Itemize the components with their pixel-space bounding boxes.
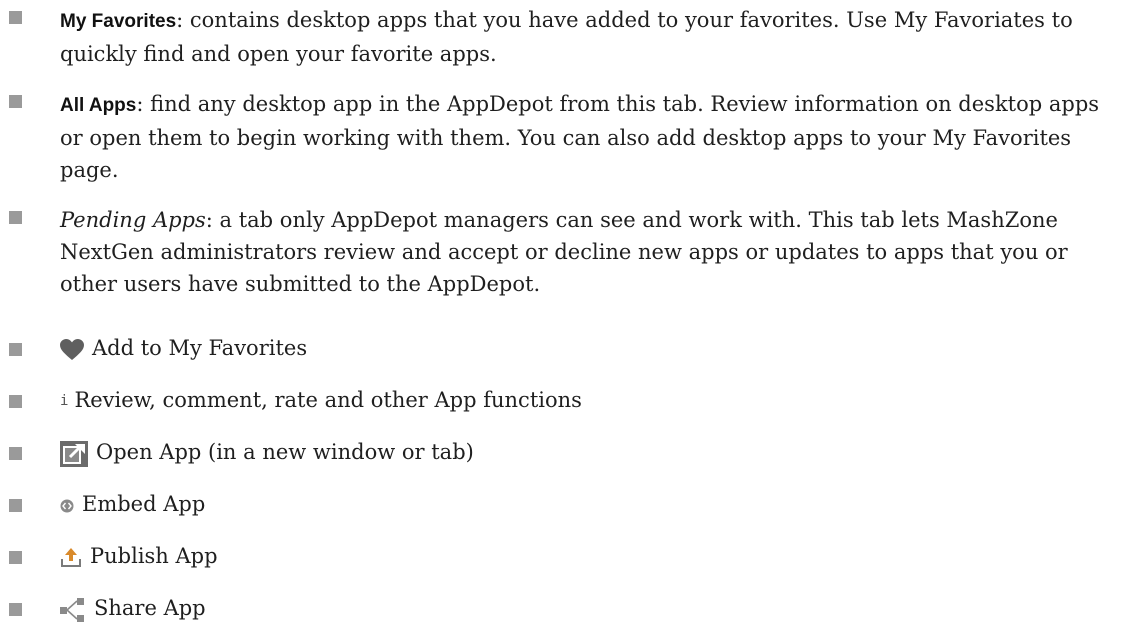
share-icon <box>60 597 86 622</box>
description-my-favorites: : contains desktop apps that you have ad… <box>60 8 1073 66</box>
label-share-app: Share App <box>94 596 206 620</box>
label-review: Review, comment, rate and other App func… <box>74 388 582 412</box>
term-all-apps: All Apps <box>60 95 137 116</box>
heart-icon <box>60 338 84 361</box>
bullet <box>9 95 22 108</box>
label-open-app: Open App (in a new window or tab) <box>96 440 474 464</box>
bullet <box>9 11 22 24</box>
open-app-icon <box>60 440 88 467</box>
bullet <box>9 343 22 356</box>
label-publish-app: Publish App <box>90 544 218 568</box>
bullet <box>9 447 22 460</box>
bullet <box>9 395 22 408</box>
bullet <box>9 499 22 512</box>
term-my-favorites: My Favorites <box>60 11 177 32</box>
publish-icon <box>60 547 82 568</box>
info-icon: i <box>60 393 69 409</box>
bullet <box>9 603 22 616</box>
label-embed-app: Embed App <box>82 492 206 516</box>
bullet <box>9 211 22 224</box>
description-pending-apps: : a tab only AppDepot managers can see a… <box>60 208 1068 296</box>
embed-icon <box>60 499 74 513</box>
bullet <box>9 551 22 564</box>
term-pending-apps: Pending Apps <box>60 208 206 232</box>
label-add-favorites: Add to My Favorites <box>92 336 308 360</box>
description-all-apps: : find any desktop app in the AppDepot f… <box>60 92 1100 182</box>
